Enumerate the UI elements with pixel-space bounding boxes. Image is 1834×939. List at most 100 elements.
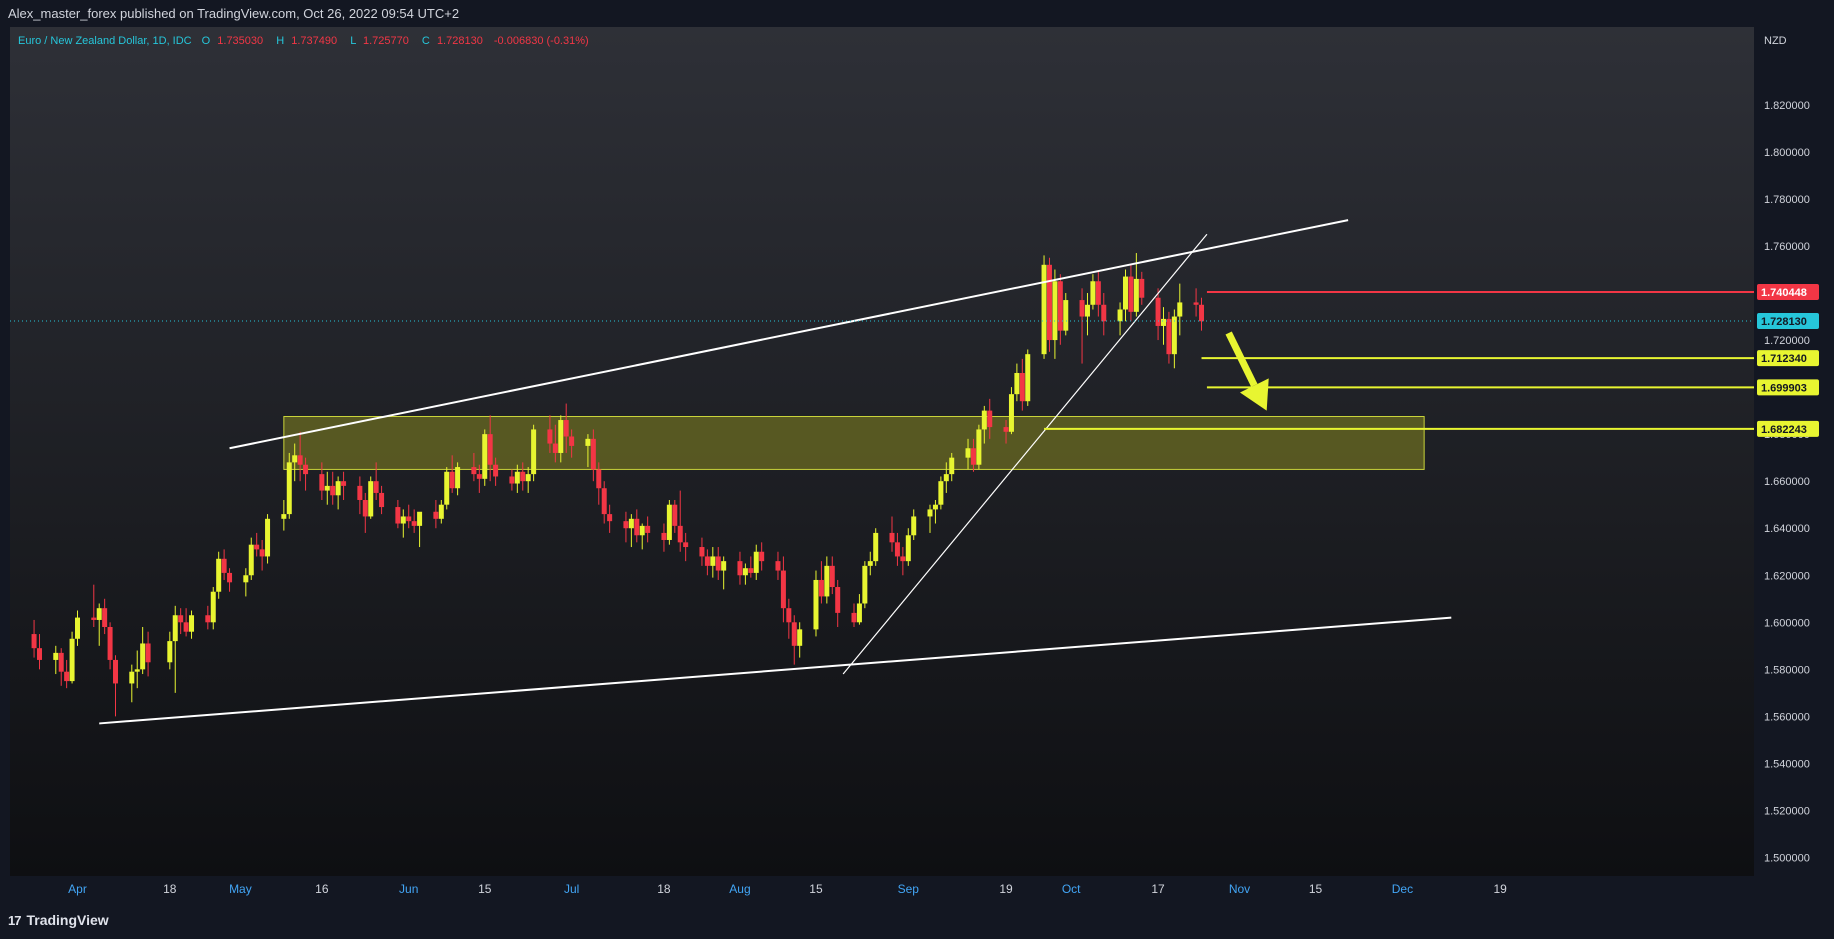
time-tick-label: 19	[999, 882, 1013, 896]
tradingview-logo-icon: 17	[8, 912, 22, 928]
candle[interactable]	[862, 561, 868, 609]
candle[interactable]	[444, 467, 450, 510]
candle-body	[894, 542, 900, 557]
candle-body	[91, 617, 97, 620]
candle[interactable]	[265, 514, 271, 564]
candle-body	[900, 556, 906, 562]
candle-body	[368, 481, 374, 517]
chart-title: Euro / New Zealand Dollar, 1D, IDC	[18, 35, 192, 47]
candle-body	[607, 514, 613, 522]
candle[interactable]	[666, 499, 672, 545]
candle-body	[221, 558, 227, 573]
time-tick-label: Jun	[399, 882, 418, 896]
candle-body	[324, 485, 330, 491]
tradingview-logo[interactable]: 17 TradingView	[8, 912, 109, 928]
candle-body	[1019, 372, 1025, 402]
candle-body	[449, 471, 455, 489]
candle-body	[672, 504, 678, 526]
candle-body	[216, 558, 222, 592]
time-tick-label: 18	[163, 882, 177, 896]
candle-body	[129, 671, 135, 684]
candle-body	[1166, 318, 1172, 355]
price-tag-label: 1.740448	[1761, 287, 1807, 299]
price-tag-label: 1.728130	[1761, 316, 1807, 328]
candle-body	[1057, 281, 1063, 331]
candle-body	[102, 608, 108, 628]
candle-body	[178, 615, 184, 623]
candle-body	[265, 518, 271, 557]
high-label: H	[276, 35, 284, 47]
candle-body	[1117, 309, 1123, 322]
candle[interactable]	[1008, 387, 1014, 435]
candle-body	[981, 410, 987, 430]
candle-body	[1122, 276, 1128, 310]
candle-body	[862, 565, 868, 604]
time-tick-label: May	[229, 882, 252, 896]
candle[interactable]	[368, 476, 374, 519]
candle[interactable]	[813, 570, 819, 637]
candle-body	[455, 467, 461, 489]
candle-body	[107, 627, 113, 660]
time-tick-label: Nov	[1229, 882, 1250, 896]
candle[interactable]	[69, 631, 75, 684]
candle-body	[932, 504, 938, 510]
candle-body	[248, 544, 254, 576]
candle[interactable]	[216, 551, 222, 599]
support-resistance-zone[interactable]	[283, 416, 1425, 470]
candle-body	[357, 485, 363, 500]
candle[interactable]	[1025, 349, 1031, 406]
time-tick-label: 15	[809, 882, 823, 896]
ohlc-values: O 1.735030 H 1.737490 L 1.725770 C 1.728…	[202, 35, 589, 47]
candle-body	[438, 504, 444, 519]
chart-canvas[interactable]: 1.8200001.8000001.7800001.7600001.740000…	[0, 0, 1834, 939]
candle-body	[400, 516, 406, 524]
candle-body	[949, 457, 955, 475]
candle-body	[976, 429, 982, 465]
candle[interactable]	[938, 476, 944, 510]
candle[interactable]	[1041, 255, 1047, 359]
candle-body	[1161, 318, 1166, 326]
time-tick-label: 19	[1493, 882, 1507, 896]
candle-body	[943, 474, 949, 482]
footer-bar: 17 TradingView	[0, 902, 1834, 939]
candle-body	[775, 561, 781, 571]
candle-body	[134, 669, 140, 672]
price-tick-label: 1.520000	[1764, 805, 1810, 817]
candle-body	[1101, 304, 1107, 322]
candle[interactable]	[976, 424, 982, 470]
candle-body	[411, 521, 417, 526]
candle-body	[113, 659, 119, 684]
candle-body	[379, 492, 385, 508]
candle-body	[873, 532, 879, 562]
time-tick-label: Jul	[564, 882, 579, 896]
candle-body	[1084, 304, 1090, 317]
time-tick-label: Dec	[1392, 882, 1413, 896]
candle-body	[1193, 302, 1199, 305]
candle-body	[53, 652, 59, 660]
candle-body	[1171, 316, 1177, 355]
candle-body	[243, 575, 249, 583]
price-tick-label: 1.500000	[1764, 853, 1810, 865]
time-tick-label: 18	[657, 882, 671, 896]
time-tick-label: 17	[1151, 882, 1165, 896]
candle-body	[259, 549, 265, 557]
candle-body	[753, 551, 759, 573]
candle-body	[639, 525, 645, 536]
candle-body	[1199, 304, 1205, 322]
candle-body	[362, 499, 368, 517]
candle-body	[96, 608, 102, 620]
candle-body	[254, 544, 260, 550]
candle-body	[493, 464, 499, 477]
candle-body	[31, 634, 37, 649]
candle-body	[189, 615, 195, 632]
candle-body	[58, 652, 64, 672]
candle[interactable]	[531, 424, 537, 482]
candle[interactable]	[873, 528, 879, 566]
candle[interactable]	[482, 429, 488, 486]
candle[interactable]	[1046, 257, 1052, 352]
close-label: C	[422, 35, 430, 47]
chart-window: 1.8200001.8000001.7800001.7600001.740000…	[0, 0, 1834, 939]
candle[interactable]	[286, 452, 292, 519]
candle-body	[520, 471, 526, 482]
candle-body	[1046, 264, 1052, 341]
